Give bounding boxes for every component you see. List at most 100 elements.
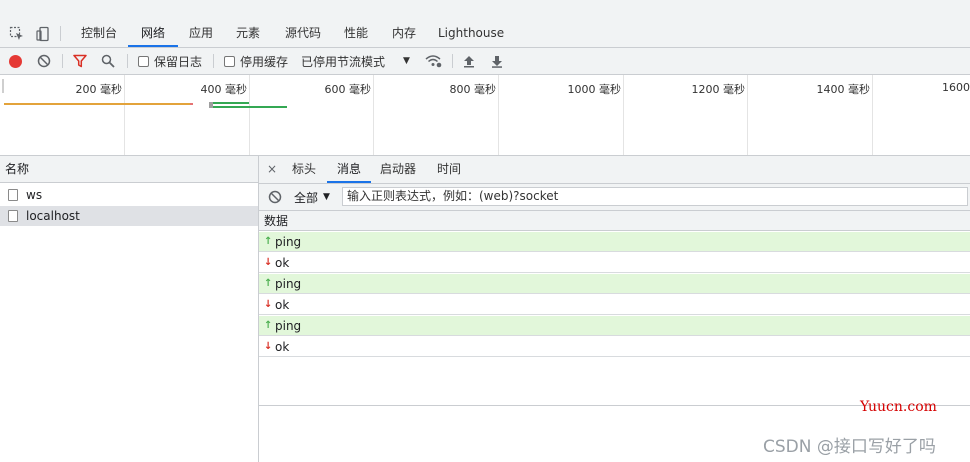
network-toolbar: 保留日志 停用缓存 已停用节流模式 ▼ xyxy=(0,48,970,75)
tick-label: 1400 毫秒 xyxy=(816,83,871,96)
upload-icon xyxy=(464,55,474,67)
tab-memory[interactable]: 内存 xyxy=(384,20,424,47)
filter-icon xyxy=(73,54,87,68)
document-icon xyxy=(8,189,18,201)
tick-label: 1000 毫秒 xyxy=(567,83,622,96)
timeline-bar-green xyxy=(209,106,287,108)
message-text: ping xyxy=(275,318,302,333)
tab-sources[interactable]: 源代码 xyxy=(278,20,328,47)
throttling-select[interactable]: 已停用节流模式 ▼ xyxy=(301,48,410,74)
tick-label: 1600 xyxy=(942,81,970,94)
throttling-value: 已停用节流模式 xyxy=(301,54,386,69)
inspect-element-icon[interactable] xyxy=(6,20,28,47)
chevron-down-icon: ▼ xyxy=(323,192,330,202)
timeline-bar-green xyxy=(209,102,249,104)
message-row[interactable]: ↓ ok xyxy=(259,295,970,315)
tab-console[interactable]: 控制台 xyxy=(74,20,124,47)
timeline-overview[interactable]: 200 毫秒 400 毫秒 600 毫秒 800 毫秒 1000 毫秒 1200… xyxy=(0,75,970,156)
tab-headers[interactable]: 标头 xyxy=(287,156,321,183)
network-conditions-button[interactable] xyxy=(425,48,442,74)
search-icon xyxy=(101,54,115,68)
message-text: ping xyxy=(275,234,302,249)
message-row[interactable]: ↑ ping xyxy=(259,316,970,336)
request-name: ws xyxy=(26,188,43,202)
message-text: ok xyxy=(275,339,290,354)
timeline-start-marker xyxy=(2,79,4,93)
separator xyxy=(452,54,453,68)
grid-line xyxy=(623,75,624,155)
tab-initiator[interactable]: 启动器 xyxy=(375,156,421,183)
download-icon xyxy=(492,55,502,68)
close-icon[interactable]: × xyxy=(265,156,279,183)
name-column-header[interactable]: 名称 xyxy=(0,156,258,183)
message-text: ping xyxy=(275,276,302,291)
wifi-settings-icon xyxy=(425,55,442,68)
import-har-button[interactable] xyxy=(463,48,475,74)
filter-button[interactable] xyxy=(73,48,87,74)
clear-button[interactable] xyxy=(37,48,51,74)
message-filter-bar: 全部 ▼ 输入正则表达式，例如：(web)?socket xyxy=(259,184,970,211)
search-button[interactable] xyxy=(101,48,115,74)
devtools-top-bar xyxy=(0,0,970,20)
document-icon xyxy=(8,210,18,222)
message-text: ok xyxy=(275,255,290,270)
request-list: 名称 ws localhost xyxy=(0,156,259,462)
clear-icon xyxy=(37,54,51,68)
site-watermark: Yuucn.com xyxy=(860,399,937,415)
message-row[interactable]: ↑ ping xyxy=(259,274,970,294)
checkbox-box xyxy=(224,55,235,67)
arrow-up-icon: ↑ xyxy=(264,236,273,247)
request-name: localhost xyxy=(26,209,80,223)
arrow-up-icon: ↑ xyxy=(264,278,273,289)
tab-lighthouse[interactable]: Lighthouse xyxy=(432,20,508,47)
grid-line xyxy=(373,75,374,155)
preserve-log-checkbox[interactable]: 保留日志 xyxy=(138,48,202,74)
message-type-select[interactable]: 全部 ▼ xyxy=(294,184,330,210)
message-type-value: 全部 xyxy=(294,190,319,205)
grid-line xyxy=(124,75,125,155)
timeline-bar-gray xyxy=(209,102,213,108)
arrow-down-icon: ↓ xyxy=(264,299,273,310)
record-button[interactable] xyxy=(9,48,22,74)
message-row[interactable]: ↓ ok xyxy=(259,337,970,357)
request-row-localhost[interactable]: localhost xyxy=(0,206,258,226)
timeline-bar-red xyxy=(190,103,193,105)
grid-line xyxy=(249,75,250,155)
csdn-watermark: CSDN @接口写好了吗 xyxy=(763,437,936,457)
separator xyxy=(62,54,63,68)
grid-line xyxy=(747,75,748,155)
data-column-header: 数据 xyxy=(259,211,970,231)
separator xyxy=(127,54,128,68)
tick-label: 600 毫秒 xyxy=(324,83,372,96)
tab-network[interactable]: 网络 xyxy=(128,20,178,47)
tick-label: 200 毫秒 xyxy=(75,83,123,96)
disable-cache-label: 停用缓存 xyxy=(240,54,289,69)
message-row[interactable]: ↑ ping xyxy=(259,232,970,252)
tick-label: 800 毫秒 xyxy=(449,83,497,96)
device-toolbar-icon[interactable] xyxy=(32,20,54,47)
checkbox-box xyxy=(138,55,149,67)
timeline-bar-orange xyxy=(4,103,192,105)
tick-label: 1200 毫秒 xyxy=(691,83,746,96)
clear-icon xyxy=(268,190,282,204)
arrow-down-icon: ↓ xyxy=(264,341,273,352)
separator xyxy=(213,54,214,68)
grid-line xyxy=(498,75,499,155)
tab-messages[interactable]: 消息 xyxy=(327,156,371,183)
tab-performance[interactable]: 性能 xyxy=(336,20,376,47)
grid-line xyxy=(872,75,873,155)
tab-application[interactable]: 应用 xyxy=(182,20,220,47)
devtools-tab-bar: 控制台 网络 应用 元素 源代码 性能 内存 Lighthouse xyxy=(0,20,970,48)
message-filter-input[interactable]: 输入正则表达式，例如：(web)?socket xyxy=(342,187,968,206)
tab-elements[interactable]: 元素 xyxy=(228,20,268,47)
message-row[interactable]: ↓ ok xyxy=(259,253,970,273)
separator xyxy=(60,26,61,41)
chevron-down-icon: ▼ xyxy=(403,56,410,66)
request-row-ws[interactable]: ws xyxy=(0,185,258,205)
clear-messages-button[interactable] xyxy=(268,190,282,207)
disable-cache-checkbox[interactable]: 停用缓存 xyxy=(224,48,288,74)
tick-label: 400 毫秒 xyxy=(200,83,248,96)
export-har-button[interactable] xyxy=(491,48,503,74)
preserve-log-label: 保留日志 xyxy=(154,54,203,69)
tab-timing[interactable]: 时间 xyxy=(429,156,469,183)
